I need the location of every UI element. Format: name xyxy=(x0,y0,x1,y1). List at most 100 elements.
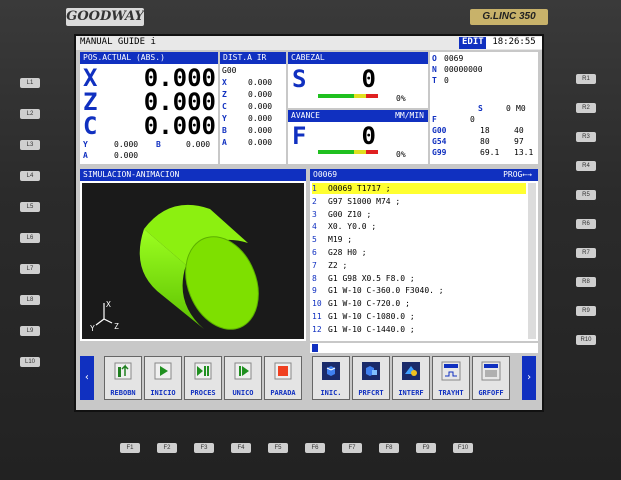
graphic-off-icon xyxy=(481,361,501,381)
left-softkey-9[interactable]: L9 xyxy=(20,326,40,336)
left-softkey-6[interactable]: L6 xyxy=(20,233,40,243)
softkey-label: INTERF xyxy=(398,389,424,397)
softkey-parada[interactable]: PARADA xyxy=(264,356,302,400)
feed-panel: AVANCE MM/MIN F 0 0% xyxy=(288,110,428,164)
right-softkey-6[interactable]: R6 xyxy=(576,219,596,229)
axis-label-a: A xyxy=(83,151,88,160)
bottom-softkey-7[interactable]: F7 xyxy=(342,443,362,453)
softkey-prev-button[interactable]: ‹ xyxy=(80,356,94,400)
bottom-softkey-1[interactable]: F1 xyxy=(120,443,140,453)
line-number: 9 xyxy=(312,286,317,296)
program-line[interactable]: 6 G28 H0 ; xyxy=(312,247,526,258)
right-softkey-1[interactable]: R1 xyxy=(576,74,596,84)
right-softkey-7[interactable]: R7 xyxy=(576,248,596,258)
program-line[interactable]: 1 O0069 T1717 ; xyxy=(312,183,526,194)
feed-load-bar xyxy=(318,150,378,154)
line-text: O0069 T1717 ; xyxy=(328,184,391,193)
command-input[interactable] xyxy=(310,343,538,353)
line-text: G1 G98 X0.5 F8.0 ; xyxy=(328,273,415,283)
softkey-next-button[interactable]: › xyxy=(522,356,536,400)
program-line[interactable]: 7 Z2 ; xyxy=(312,260,526,271)
program-name: O0069 xyxy=(313,170,338,179)
softkey-grfoff[interactable]: GRFOFF xyxy=(472,356,510,400)
program-line[interactable]: 3 G00 Z10 ; xyxy=(312,209,526,220)
softkey-rebobn[interactable]: REBOBN xyxy=(104,356,142,400)
bottom-softkey-2[interactable]: F2 xyxy=(157,443,177,453)
feed-bar-segment-2 xyxy=(354,150,366,154)
right-softkey-5[interactable]: R5 xyxy=(576,190,596,200)
model-badge: G.LINC 350 xyxy=(470,9,548,25)
line-number: 3 xyxy=(312,209,317,219)
left-softkey-2[interactable]: L2 xyxy=(20,109,40,119)
softkey-inic[interactable]: INIC. xyxy=(312,356,350,400)
program-line[interactable]: 10 G1 W-10 C-720.0 ; xyxy=(312,298,526,309)
spindle-bar-segment-2 xyxy=(354,94,366,98)
left-softkey-8[interactable]: L8 xyxy=(20,295,40,305)
right-softkey-10[interactable]: R10 xyxy=(576,335,596,345)
stop-icon xyxy=(273,361,293,381)
line-text: G1 W-10 C-720.0 ; xyxy=(328,299,410,309)
softkey-label: TRAYHT xyxy=(438,389,464,397)
bottom-softkey-5[interactable]: F5 xyxy=(268,443,288,453)
trajectory-icon xyxy=(441,361,461,381)
softkey-label: PARADA xyxy=(270,389,296,397)
sequence-n-value: 00000000 xyxy=(444,65,483,74)
feed-percent: 0% xyxy=(396,150,406,159)
program-line[interactable]: 8 G1 G98 X0.5 F8.0 ; xyxy=(312,273,526,284)
softkey-interf[interactable]: INTERF xyxy=(392,356,430,400)
line-number: 11 xyxy=(312,312,322,321)
softkey-proces[interactable]: PROCES xyxy=(184,356,222,400)
program-line[interactable]: 12 G1 W-10 C-1440.0 ; xyxy=(312,324,526,335)
program-line[interactable]: 11 G1 W-10 C-1080.0 ; xyxy=(312,311,526,322)
bottom-softkey-3[interactable]: F3 xyxy=(194,443,214,453)
right-softkey-2[interactable]: R2 xyxy=(576,103,596,113)
left-softkey-3[interactable]: L3 xyxy=(20,140,40,150)
program-line[interactable]: 2 G97 S1000 M74 ; xyxy=(312,196,526,207)
right-softkey-3[interactable]: R3 xyxy=(576,132,596,142)
right-softkey-9[interactable]: R9 xyxy=(576,306,596,316)
bottom-softkey-9[interactable]: F9 xyxy=(416,443,436,453)
bottom-softkey-6[interactable]: F6 xyxy=(305,443,325,453)
softkey-inicio[interactable]: INICIO xyxy=(144,356,182,400)
spindle-percent: 0% xyxy=(396,94,406,103)
left-softkey-7[interactable]: L7 xyxy=(20,264,40,274)
program-header: O0069 PROG←→ xyxy=(310,169,538,181)
line-number: 8 xyxy=(312,273,317,283)
play-icon xyxy=(153,361,173,381)
softkey-unico[interactable]: UNICO xyxy=(224,356,262,400)
program-line[interactable]: 5 M19 ; xyxy=(312,234,526,245)
left-softkey-1[interactable]: L1 xyxy=(20,78,40,88)
feed-bar-segment-3 xyxy=(366,150,378,154)
interference-icon xyxy=(401,361,421,381)
modal-b-3: 13.1 xyxy=(514,148,534,157)
softkey-trayht[interactable]: TRAYHT xyxy=(432,356,470,400)
axis-label-z: Z xyxy=(83,88,98,116)
axis-value-y: 0.000 xyxy=(114,140,139,149)
bottom-softkey-4[interactable]: F4 xyxy=(231,443,251,453)
program-line[interactable]: 9 G1 W-10 C-360.0 F3040. ; xyxy=(312,285,526,296)
position-panel: POS.ACTUAL (ABS.) X 0.000 Z 0.000 C 0.00… xyxy=(80,52,218,164)
spindle-load-bar xyxy=(318,94,378,98)
bottom-softkey-8[interactable]: F8 xyxy=(379,443,399,453)
softkey-prfcrt[interactable]: PRFCRT xyxy=(352,356,390,400)
cnc-screen: MANUAL GUIDE i EDIT 18:26:55 POS.ACTUAL … xyxy=(74,34,544,412)
program-line[interactable]: 4 X0. Y0.0 ; xyxy=(312,221,526,232)
left-softkey-10[interactable]: L10 xyxy=(20,357,40,367)
right-softkey-4[interactable]: R4 xyxy=(576,161,596,171)
softkey-label: REBOBN xyxy=(110,389,136,397)
cube-section-icon xyxy=(361,361,381,381)
program-scrollbar[interactable] xyxy=(528,183,536,339)
distance-label-y: Y xyxy=(222,114,227,123)
right-softkey-8[interactable]: R8 xyxy=(576,277,596,287)
line-text: G28 H0 ; xyxy=(328,248,367,257)
bottom-softkey-10[interactable]: F10 xyxy=(453,443,473,453)
left-softkey-5[interactable]: L5 xyxy=(20,202,40,212)
line-text: M19 ; xyxy=(328,235,353,245)
feed-axis-label: F xyxy=(292,122,307,150)
left-softkey-4[interactable]: L4 xyxy=(20,171,40,181)
program-mode: PROG←→ xyxy=(503,170,532,179)
simulation-viewport: X Y Z xyxy=(82,183,304,339)
feed-unit: MM/MIN xyxy=(395,111,424,120)
axis-x-label: X xyxy=(106,300,111,309)
simulation-header: SIMULACION-ANIMACION xyxy=(80,169,306,181)
